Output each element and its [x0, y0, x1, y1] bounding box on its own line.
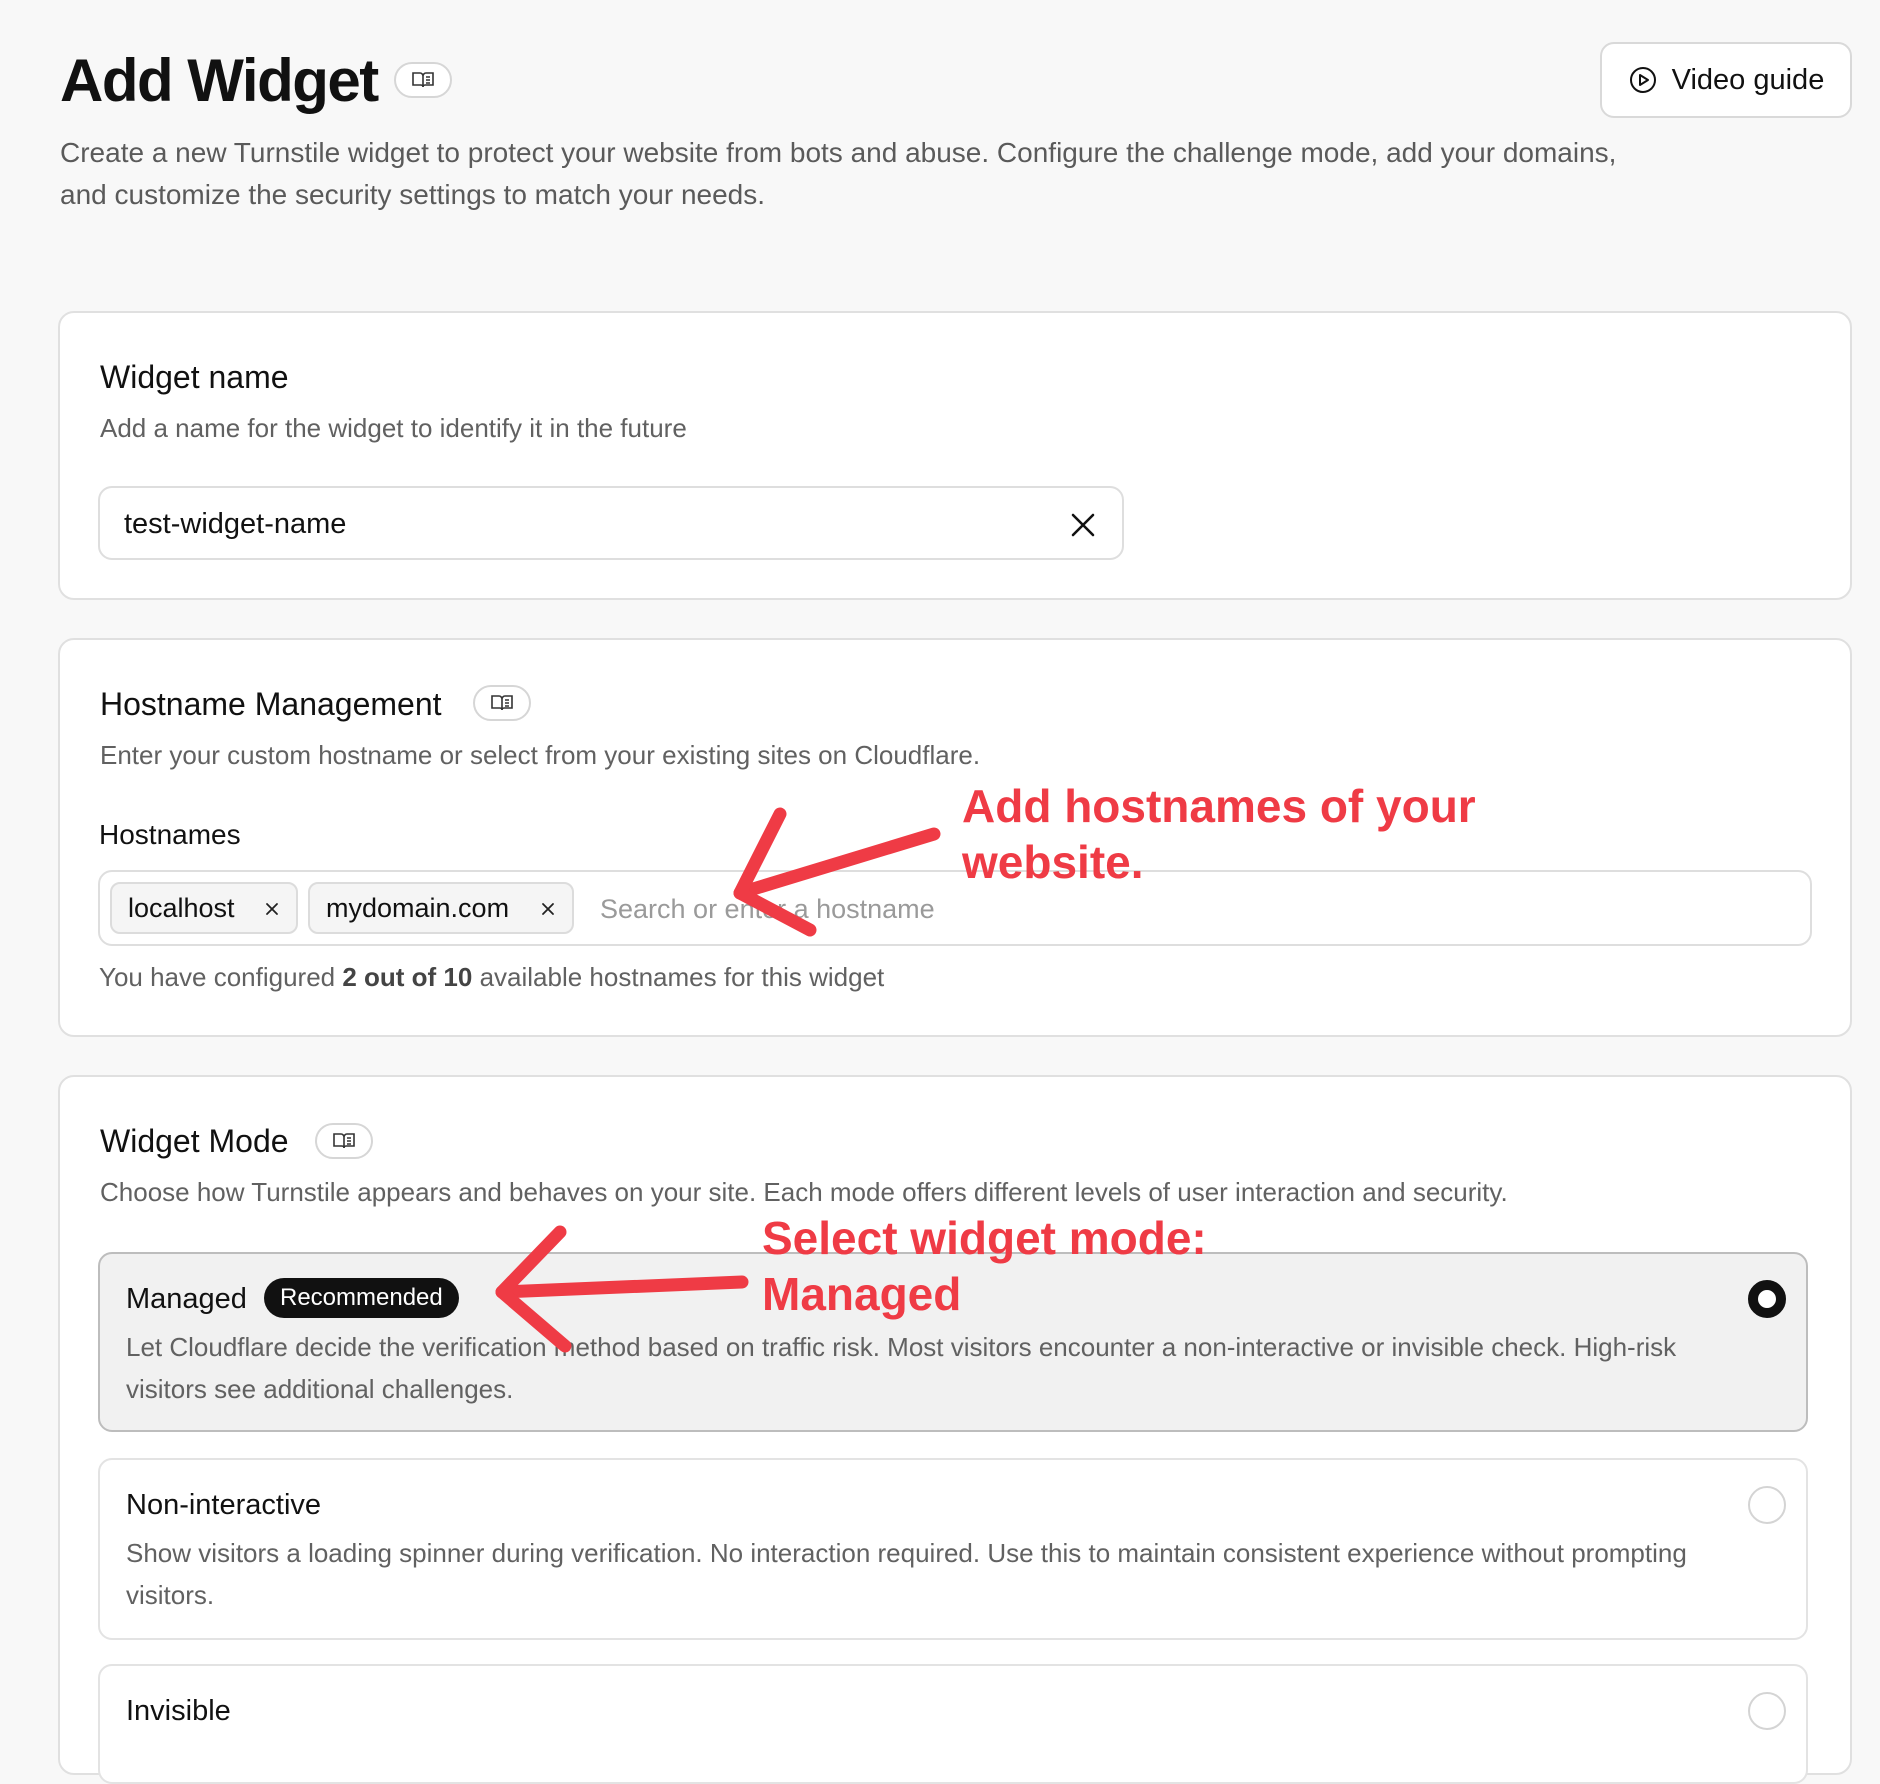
annotation-line: website.: [962, 836, 1144, 888]
hostname-chip-label: mydomain.com: [326, 892, 510, 923]
play-circle-icon: [1629, 67, 1656, 93]
docs-link-button[interactable]: [394, 62, 452, 98]
remove-chip-icon[interactable]: [538, 899, 558, 919]
book-open-icon: [333, 1133, 355, 1149]
hostname-management-description: Enter your custom hostname or select fro…: [100, 740, 981, 770]
mode-description: Let Cloudflare decide the verification m…: [126, 1332, 1677, 1404]
video-guide-button[interactable]: Video guide: [1600, 42, 1852, 118]
widget-name-input[interactable]: test-widget-name: [98, 486, 1124, 560]
mode-radio[interactable]: [1748, 1486, 1786, 1524]
hostnames-label: Hostnames: [99, 819, 241, 850]
close-icon[interactable]: [1066, 508, 1100, 542]
hostname-chip: localhost: [110, 882, 298, 934]
page-title: Add Widget: [60, 47, 379, 114]
note-prefix: You have configured: [99, 962, 343, 992]
widget-name-description: Add a name for the widget to identify it…: [100, 413, 687, 443]
widget-mode-title: Widget Mode: [100, 1123, 289, 1159]
hostname-docs-button[interactable]: [473, 685, 531, 721]
hostname-chip: mydomain.com: [308, 882, 574, 934]
mode-label: Invisible: [126, 1695, 231, 1727]
hostnames-annotation: Add hostnames of your website.: [962, 778, 1476, 890]
hostname-chip-label: localhost: [128, 892, 235, 923]
video-guide-label: Video guide: [1671, 63, 1825, 96]
note-count: 2 out of 10: [342, 962, 473, 992]
mode-option-invisible[interactable]: Invisible: [98, 1664, 1808, 1784]
annotation-arrow-icon: [495, 1225, 749, 1353]
widget-mode-description: Choose how Turnstile appears and behaves…: [100, 1177, 1508, 1207]
mode-radio[interactable]: [1748, 1280, 1786, 1318]
widget-name-title: Widget name: [100, 359, 289, 395]
mode-description: Show visitors a loading spinner during v…: [126, 1538, 1687, 1610]
book-open-icon: [412, 72, 434, 88]
mode-radio[interactable]: [1748, 1692, 1786, 1730]
mode-option-non-interactive[interactable]: Non-interactive Show visitors a loading …: [98, 1458, 1808, 1640]
annotation-line: Managed: [762, 1268, 962, 1320]
annotation-line: Select widget mode:: [762, 1212, 1207, 1264]
remove-chip-icon[interactable]: [262, 899, 282, 919]
widget-mode-docs-button[interactable]: [315, 1123, 373, 1159]
page-description: Create a new Turnstile widget to protect…: [60, 137, 1617, 210]
hostname-management-title: Hostname Management: [100, 686, 442, 722]
mode-label: Non-interactive: [126, 1489, 322, 1521]
widget-name-value[interactable]: test-widget-name: [124, 506, 346, 542]
recommended-badge: Recommended: [264, 1278, 459, 1318]
book-open-icon: [491, 695, 513, 711]
mode-label: Managed: [126, 1283, 247, 1315]
mode-annotation: Select widget mode: Managed: [762, 1210, 1207, 1322]
annotation-arrow-icon: [733, 807, 941, 937]
annotation-line: Add hostnames of your: [962, 780, 1476, 832]
